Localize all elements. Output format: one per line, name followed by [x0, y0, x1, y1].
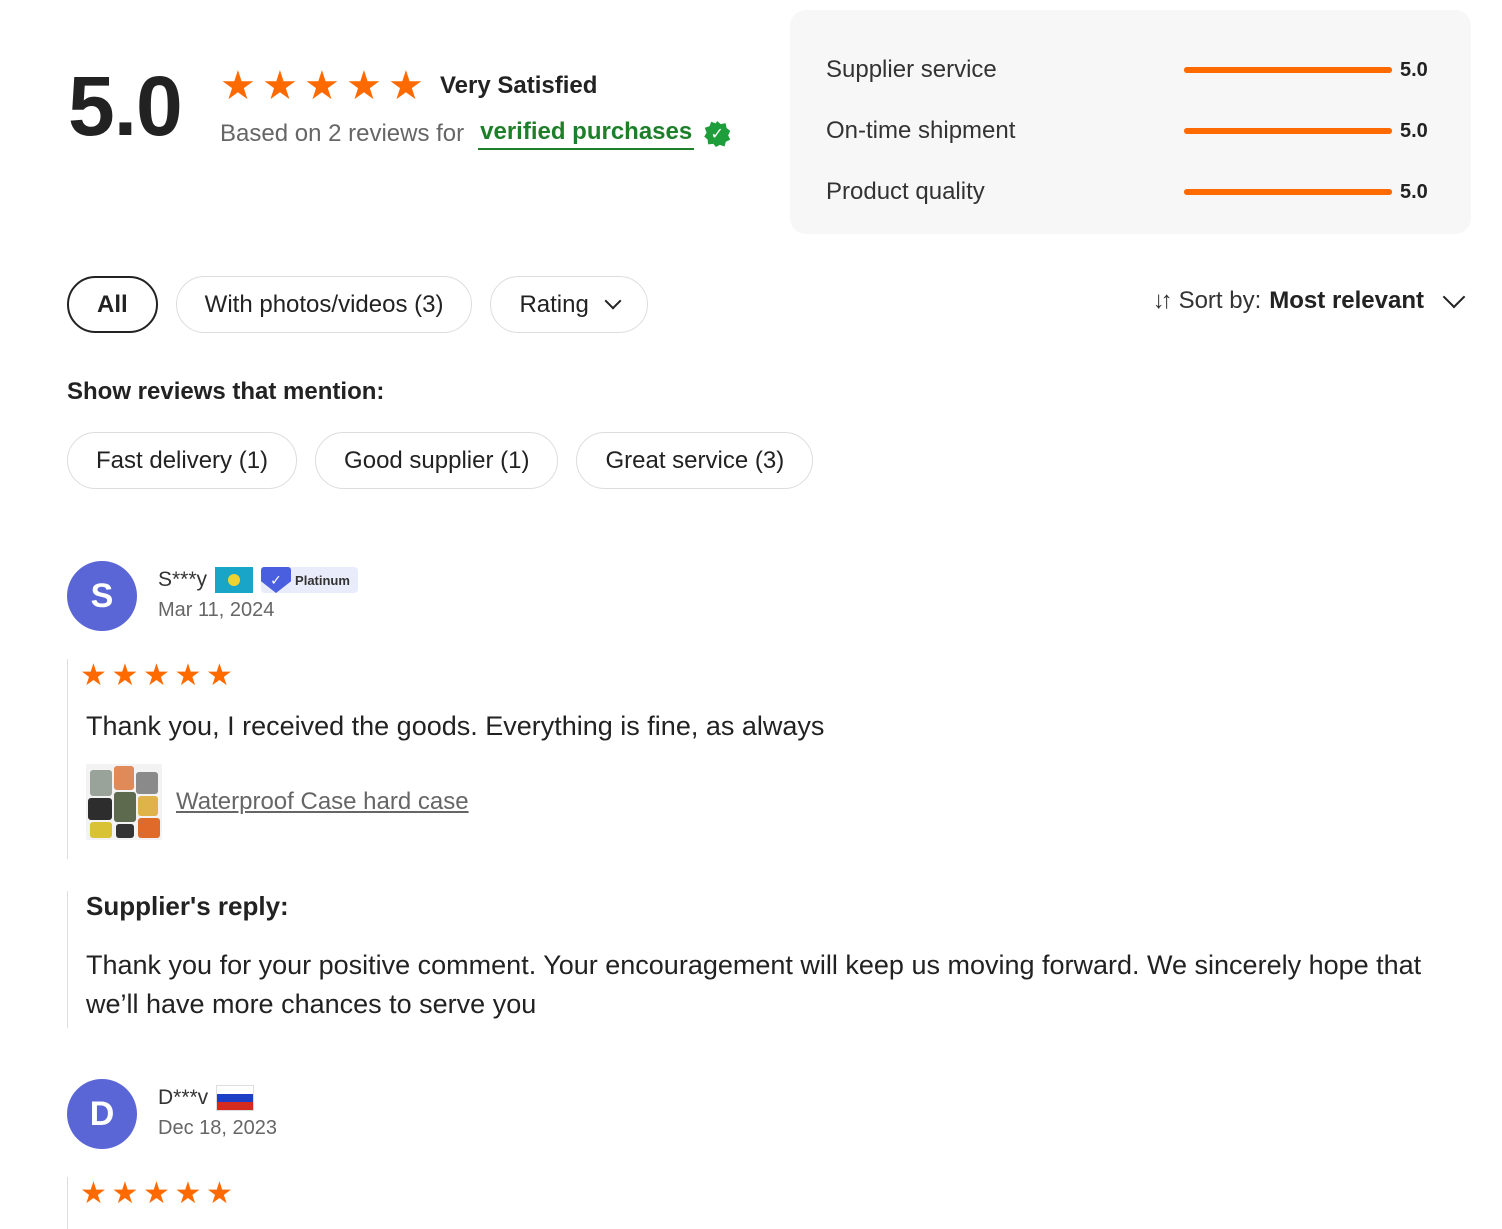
flag-kazakhstan-icon	[215, 567, 254, 593]
sort-label: Sort by:	[1178, 287, 1262, 314]
filter-rating-dropdown[interactable]: Rating	[490, 276, 648, 333]
rating-bar	[1184, 67, 1392, 73]
rating-bar	[1184, 189, 1392, 195]
reviewer-name: D***v	[158, 1086, 209, 1109]
rating-row-on-time-shipment: On-time shipment 5.0	[826, 111, 1431, 151]
mention-tag-good-supplier[interactable]: Good supplier (1)	[315, 432, 559, 489]
rating-row-product-quality: Product quality 5.0	[826, 172, 1431, 212]
badge-label: Platinum	[295, 572, 350, 588]
review-filters: All With photos/videos (3) Rating	[67, 276, 666, 333]
star-icon: ★	[206, 1177, 233, 1210]
star-icon: ★	[80, 659, 107, 692]
chevron-down-icon	[1442, 285, 1466, 309]
rating-bar-fill	[1184, 67, 1392, 73]
rating-breakdown: Supplier service 5.0 On-time shipment 5.…	[790, 10, 1471, 234]
rating-bar-fill	[1184, 189, 1392, 195]
satisfaction-label: Very Satisfied	[440, 72, 598, 99]
tag-label: Great service (3)	[605, 446, 785, 474]
rating-row-supplier-service: Supplier service 5.0	[826, 50, 1431, 90]
review-header: D D***v Dec 18, 2023	[67, 1079, 277, 1149]
overall-stars: ★ ★ ★ ★ ★ Very Satisfied	[220, 66, 730, 106]
supplier-reply: Supplier's reply: Thank you for your pos…	[67, 891, 1467, 1028]
rating-label: On-time shipment	[826, 117, 1016, 144]
mention-tag-great-service[interactable]: Great service (3)	[576, 432, 814, 489]
rating-bar	[1184, 128, 1392, 134]
reply-text: Thank you for your positive comment. You…	[86, 950, 1422, 1019]
star-icon: ★	[388, 64, 424, 108]
rating-value: 5.0	[1400, 180, 1428, 203]
tag-label: Good supplier (1)	[344, 446, 530, 474]
filter-all-button[interactable]: All	[67, 276, 158, 333]
review-header: S S***y ✓ Platinum Mar 11, 2024	[67, 561, 358, 631]
avatar: S	[67, 561, 137, 631]
star-icon: ★	[174, 1177, 202, 1210]
overall-score: 5.0	[68, 59, 183, 153]
tag-label: Fast delivery (1)	[96, 446, 269, 474]
review-date: Mar 11, 2024	[158, 599, 275, 621]
mentions-title: Show reviews that mention:	[67, 378, 385, 405]
review-stars: ★ ★ ★ ★ ★	[80, 1177, 238, 1211]
review-body: ★ ★ ★ ★ ★	[67, 1177, 238, 1229]
review-text: Thank you, I received the goods. Everyth…	[86, 711, 825, 741]
based-on-text: Based on 2 reviews for	[220, 120, 465, 147]
rating-value: 5.0	[1400, 58, 1428, 81]
filter-label: With photos/videos (3)	[204, 290, 444, 318]
verified-check-icon: ✓	[704, 121, 731, 147]
filter-label: Rating	[519, 290, 589, 318]
chevron-down-icon	[604, 292, 622, 309]
product-thumbnail[interactable]	[86, 764, 162, 840]
flag-russia-icon	[216, 1085, 255, 1111]
reviewer-name: S***y	[158, 568, 208, 591]
filter-photos-button[interactable]: With photos/videos (3)	[175, 276, 473, 333]
reply-title: Supplier's reply:	[86, 891, 289, 921]
product-link[interactable]: Waterproof Case hard case	[176, 788, 469, 816]
rating-summary: 5.0 ★ ★ ★ ★ ★ Very Satisfied Based on 2 …	[68, 58, 768, 168]
star-icon: ★	[80, 1177, 107, 1210]
review-date: Dec 18, 2023	[158, 1117, 277, 1139]
avatar: D	[67, 1079, 137, 1149]
verified-purchases-link[interactable]: verified purchases	[478, 118, 695, 150]
star-icon: ★	[111, 1177, 139, 1210]
star-icon: ★	[220, 64, 256, 108]
star-icon: ★	[262, 64, 298, 108]
rating-label: Product quality	[826, 178, 985, 205]
star-icon: ★	[174, 659, 202, 692]
rating-bar-fill	[1184, 128, 1392, 134]
star-icon: ★	[111, 659, 139, 692]
star-icon: ★	[143, 659, 170, 692]
review-stars: ★ ★ ★ ★ ★	[80, 659, 1467, 693]
rating-value: 5.0	[1400, 119, 1428, 142]
platinum-badge: ✓ Platinum	[261, 567, 358, 593]
star-icon: ★	[206, 659, 233, 692]
star-icon: ★	[304, 64, 340, 108]
filter-label: All	[97, 290, 128, 318]
mention-tags: Fast delivery (1) Good supplier (1) Grea…	[67, 432, 831, 489]
review-basis: Based on 2 reviews for verified purchase…	[220, 118, 731, 150]
rating-label: Supplier service	[826, 56, 997, 83]
sort-icon: ↓↑	[1152, 287, 1173, 314]
review-body: ★ ★ ★ ★ ★ Thank you, I received the good…	[67, 659, 1467, 859]
star-icon: ★	[346, 64, 382, 108]
sort-value: Most relevant	[1269, 287, 1424, 314]
review-product[interactable]: Waterproof Case hard case	[80, 764, 1467, 840]
sort-dropdown[interactable]: ↓↑ Sort by: Most relevant	[1152, 285, 1466, 315]
star-icon: ★	[143, 1177, 170, 1210]
platinum-check-icon: ✓	[261, 567, 292, 593]
mention-tag-fast-delivery[interactable]: Fast delivery (1)	[67, 432, 298, 489]
